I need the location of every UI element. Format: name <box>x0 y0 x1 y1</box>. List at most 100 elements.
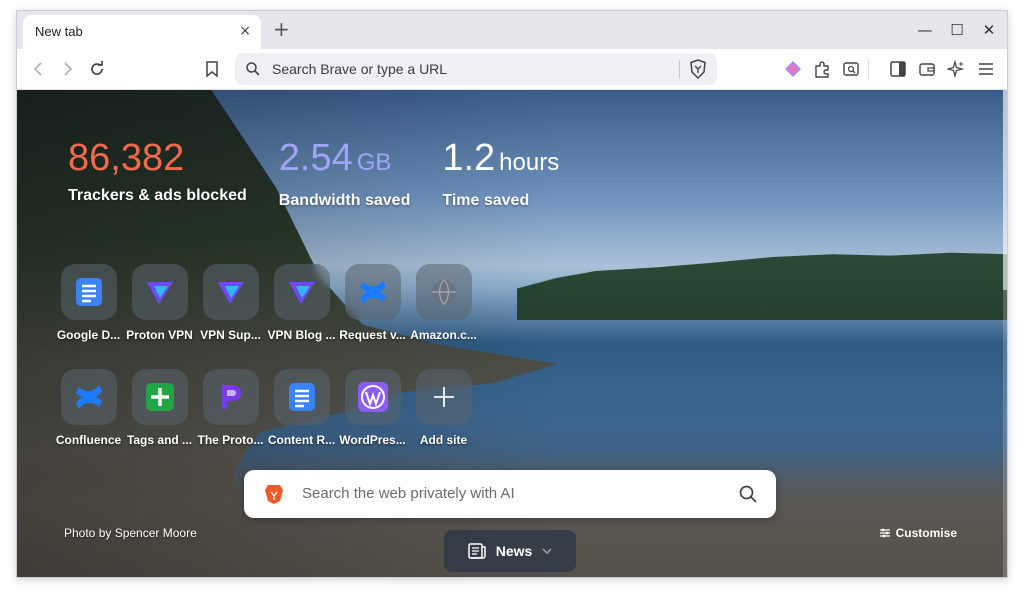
tile-label: Amazon.c... <box>410 328 477 342</box>
tile-label: Tags and ... <box>126 433 193 447</box>
close-window-button[interactable]: ✕ <box>977 18 1001 42</box>
news-button[interactable]: News <box>444 530 576 572</box>
tile-icon-container <box>60 369 117 425</box>
tile-label: VPN Blog ... <box>267 328 336 342</box>
top-site-tile[interactable]: Google D... <box>53 264 124 344</box>
top-site-tile[interactable]: Content R... <box>266 369 337 449</box>
hamburger-menu-icon <box>979 63 993 75</box>
ai-search-box[interactable]: Search the web privately with AI <box>244 470 776 518</box>
customise-label: Customise <box>895 526 957 540</box>
wallet-button[interactable] <box>915 57 939 81</box>
plus-icon <box>433 387 454 407</box>
toolbar-divider <box>868 59 869 79</box>
address-bar-divider <box>679 60 680 78</box>
wordpress-icon <box>357 382 388 412</box>
tile-icon-container <box>344 264 401 320</box>
top-site-tile[interactable]: Proton VPN <box>124 264 195 344</box>
proton-vpn-icon <box>288 282 315 304</box>
confluence-icon <box>75 385 102 409</box>
tile-icon-container <box>415 264 472 320</box>
stat-bandwidth-value: 2.54 GB <box>278 137 392 179</box>
add-site-tile[interactable]: Add site <box>408 369 479 449</box>
search-icon[interactable] <box>738 484 758 504</box>
reload-icon <box>91 61 103 75</box>
bookmark-button[interactable] <box>200 57 224 81</box>
customise-button[interactable]: Customise <box>879 526 957 540</box>
tile-label: Content R... <box>267 433 336 447</box>
tab-title: New tab <box>35 24 83 39</box>
address-bar[interactable]: Search Brave or type a URL <box>235 53 717 85</box>
top-site-tile[interactable]: The Proto... <box>195 369 266 449</box>
stat-time-label: Time saved <box>442 192 530 209</box>
brave-shields-icon[interactable] <box>687 58 709 80</box>
toolbar: Search Brave or type a URL <box>17 49 1007 90</box>
stat-time-unit: hours <box>499 149 560 176</box>
scrollbar[interactable] <box>1003 90 1007 577</box>
tile-icon-container <box>273 264 330 320</box>
proton-vpn-icon <box>146 282 173 304</box>
forward-button[interactable] <box>55 57 79 81</box>
chevron-left-icon <box>33 62 42 76</box>
address-bar-placeholder: Search Brave or type a URL <box>272 61 448 77</box>
top-site-tile[interactable]: Amazon.c... <box>408 264 479 344</box>
tile-icon-container <box>60 264 117 320</box>
google-docs-icon <box>288 383 315 411</box>
top-site-tile[interactable]: VPN Blog ... <box>266 264 337 344</box>
tile-icon-container <box>131 264 188 320</box>
tab-close-icon[interactable]: × <box>239 23 251 39</box>
search-icon <box>246 62 260 76</box>
tab-new-tab[interactable]: New tab × <box>23 15 261 49</box>
photo-credit[interactable]: Photo by Spencer Moore <box>64 526 197 540</box>
tile-label: VPN Sup... <box>200 328 261 342</box>
rewards-icon <box>785 61 801 77</box>
chevron-down-icon <box>542 548 552 555</box>
ai-search-placeholder: Search the web privately with AI <box>302 485 515 502</box>
menu-button[interactable] <box>974 57 998 81</box>
page-search-icon <box>843 62 859 76</box>
tile-icon-container <box>273 369 330 425</box>
stat-time: 1.2 hours Time saved <box>442 138 559 210</box>
confluence-icon <box>359 280 386 304</box>
stat-trackers-value: 86,382 <box>68 137 185 179</box>
tile-icon-container <box>202 264 259 320</box>
page-search-button[interactable] <box>839 57 863 81</box>
top-site-tile[interactable]: Confluence <box>53 369 124 449</box>
scrollbar-thumb[interactable] <box>1003 90 1007 290</box>
sidebar-button[interactable] <box>886 57 910 81</box>
puzzle-icon <box>815 61 829 78</box>
stat-trackers: 86,382 Trackers & ads blocked <box>68 138 247 210</box>
sliders-icon <box>879 528 890 538</box>
tile-icon-container <box>344 369 401 425</box>
window-controls: — ☐ ✕ <box>913 18 1001 42</box>
tile-label: Add site <box>419 433 468 447</box>
tile-label: The Proto... <box>197 433 264 447</box>
tile-label: WordPres... <box>339 433 406 447</box>
leo-ai-button[interactable] <box>944 57 968 81</box>
wallet-icon <box>919 63 935 76</box>
extensions-button[interactable] <box>810 57 834 81</box>
sidebar-icon <box>890 61 906 77</box>
chevron-right-icon <box>64 62 73 76</box>
tile-label: Request v... <box>339 328 406 342</box>
maximize-button[interactable]: ☐ <box>945 18 969 42</box>
brave-stats: 86,382 Trackers & ads blocked 2.54 GB Ban… <box>68 138 591 210</box>
news-label: News <box>495 543 533 559</box>
stat-bandwidth-label: Bandwidth saved <box>278 192 411 209</box>
top-site-tile[interactable]: Tags and ... <box>124 369 195 449</box>
back-button[interactable] <box>27 57 51 81</box>
minimize-button[interactable]: — <box>913 18 937 42</box>
brave-rewards-button[interactable] <box>781 57 805 81</box>
top-site-tile[interactable]: VPN Sup... <box>195 264 266 344</box>
tile-icon-container <box>415 369 472 425</box>
bookmark-icon <box>206 61 218 77</box>
top-site-tile[interactable]: Request v... <box>337 264 408 344</box>
tile-icon-container <box>131 369 188 425</box>
reload-button[interactable] <box>85 57 109 81</box>
new-tab-page: 86,382 Trackers & ads blocked 2.54 GB Ban… <box>17 90 1007 577</box>
stat-bandwidth: 2.54 GB Bandwidth saved <box>279 138 411 210</box>
tile-label: Google D... <box>56 328 121 342</box>
new-tab-button[interactable]: + <box>273 19 290 39</box>
top-site-tile[interactable]: WordPres... <box>337 369 408 449</box>
browser-window: New tab × + — ☐ ✕ Search Brave or type a… <box>16 10 1008 578</box>
tile-label: Proton VPN <box>126 328 193 342</box>
